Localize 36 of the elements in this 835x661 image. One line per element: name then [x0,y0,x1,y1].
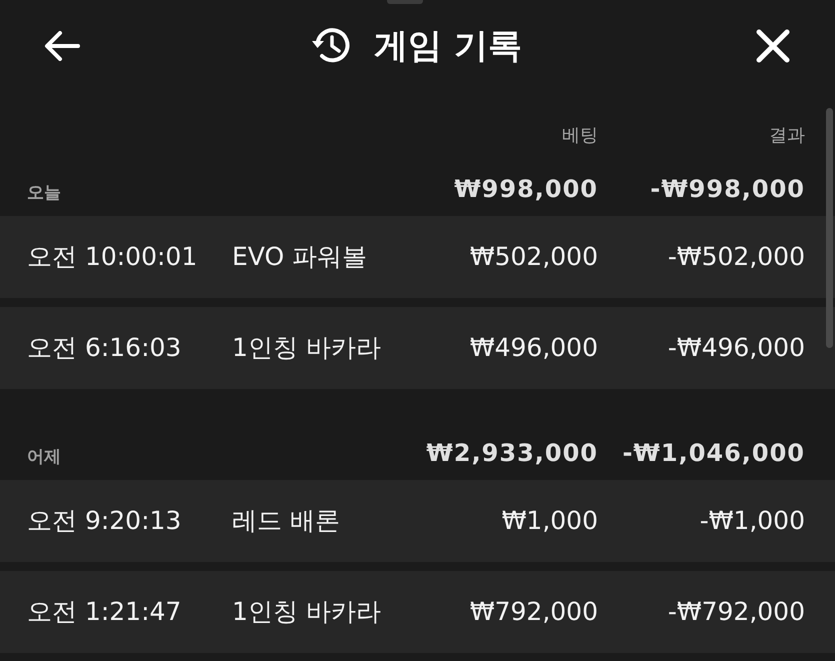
record-row[interactable]: 오전 10:00:01 EVO 파워볼 ₩502,000 -₩502,000 [0,216,835,298]
total-bet: ₩2,933,000 [426,438,598,466]
record-row[interactable]: 오전 1:21:47 1인칭 바카라 ₩792,000 -₩792,000 [0,571,835,653]
bet-amount: ₩502,000 [470,241,598,273]
result-amount: -₩1,000 [700,505,805,537]
arrow-left-icon [44,31,80,61]
bet-amount: ₩496,000 [470,332,598,364]
game-name: 1인칭 바카라 [232,596,382,628]
history-icon [312,27,352,65]
game-name: EVO 파워볼 [232,241,368,273]
day-label: 어제 [27,446,62,468]
total-bet: ₩998,000 [454,174,598,202]
back-button[interactable] [44,31,80,61]
result-amount: -₩496,000 [668,332,805,364]
record-row[interactable]: 오전 6:16:03 1인칭 바카라 ₩496,000 -₩496,000 [0,307,835,389]
bet-amount: ₩792,000 [470,596,598,628]
game-name: 레드 배론 [232,505,341,537]
time-text: 오전 10:00:01 [27,241,198,273]
result-amount: -₩792,000 [668,596,805,628]
window-title: 게임 기록 [374,26,522,66]
record-row[interactable]: 오전 9:20:13 레드 배론 ₩1,000 -₩1,000 [0,480,835,562]
time-text: 오전 6:16:03 [27,332,182,364]
result-amount: -₩502,000 [668,241,805,273]
day-label: 오늘 [27,182,62,204]
total-result: -₩1,046,000 [622,438,805,466]
time-text: 오전 9:20:13 [27,505,182,537]
close-icon [756,29,790,63]
bet-amount: ₩1,000 [502,505,598,537]
game-name: 1인칭 바카라 [232,332,382,364]
total-result: -₩998,000 [650,174,805,202]
time-text: 오전 1:21:47 [27,596,182,628]
column-header: 결과 [769,124,805,148]
column-header: 베팅 [562,124,598,148]
drag-handle[interactable] [387,0,423,4]
scrollbar[interactable] [826,108,833,348]
close-button[interactable] [756,29,790,63]
